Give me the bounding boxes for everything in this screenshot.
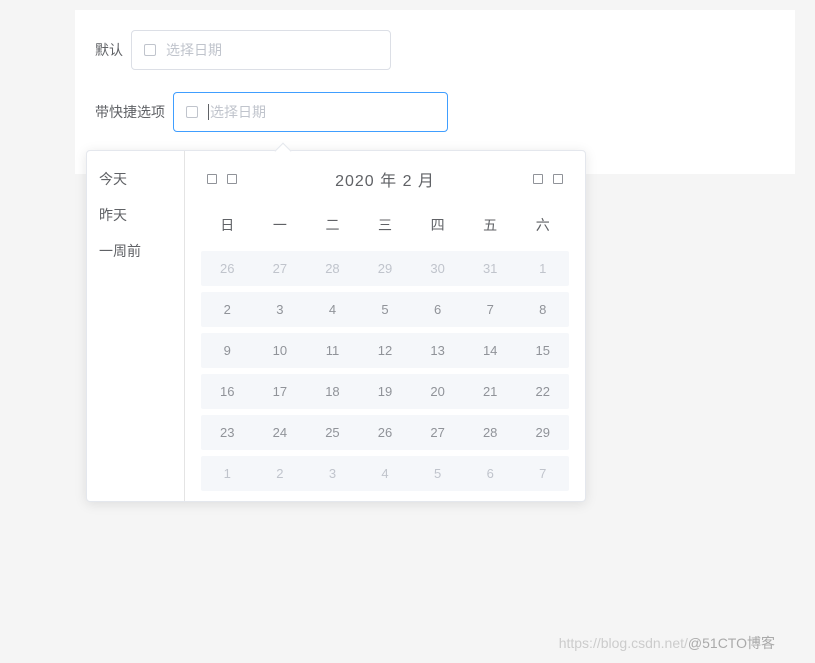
day-cell[interactable]: 1: [201, 456, 254, 491]
day-cell[interactable]: 12: [359, 333, 412, 368]
day-cell[interactable]: 16: [201, 374, 254, 409]
day-cell[interactable]: 26: [359, 415, 412, 450]
weekday-header: 三: [359, 209, 412, 241]
week-row: 2345678: [201, 292, 569, 327]
week-row: 1234567: [201, 456, 569, 491]
shortcut-week-ago[interactable]: 一周前: [87, 233, 184, 269]
date-picker-popover: 今天 昨天 一周前 2020 年 2 月 日一二三四五六 26272829303…: [86, 150, 586, 502]
weekday-header: 六: [516, 209, 569, 241]
week-row: 9101112131415: [201, 333, 569, 368]
day-cell[interactable]: 1: [516, 251, 569, 286]
day-cell[interactable]: 31: [464, 251, 517, 286]
day-cell[interactable]: 7: [464, 292, 517, 327]
label-shortcuts: 带快捷选项: [95, 102, 165, 122]
week-row: 2627282930311: [201, 251, 569, 286]
prev-month-icon[interactable]: [227, 174, 237, 184]
weekday-row: 日一二三四五六: [201, 209, 569, 241]
watermark-csdn: https://blog.csdn.net/: [559, 635, 688, 651]
day-cell[interactable]: 27: [411, 415, 464, 450]
shortcuts-panel: 今天 昨天 一周前: [87, 151, 185, 501]
day-cell[interactable]: 19: [359, 374, 412, 409]
day-cell[interactable]: 2: [201, 292, 254, 327]
day-cell[interactable]: 20: [411, 374, 464, 409]
weekday-header: 二: [306, 209, 359, 241]
weekday-header: 四: [411, 209, 464, 241]
day-cell[interactable]: 8: [516, 292, 569, 327]
day-cell[interactable]: 28: [464, 415, 517, 450]
day-cell[interactable]: 4: [306, 292, 359, 327]
day-cell[interactable]: 6: [411, 292, 464, 327]
day-cell[interactable]: 13: [411, 333, 464, 368]
day-cell[interactable]: 7: [516, 456, 569, 491]
calendar-icon: [186, 106, 198, 118]
day-cell[interactable]: 4: [359, 456, 412, 491]
day-cell[interactable]: 18: [306, 374, 359, 409]
day-cell[interactable]: 6: [464, 456, 517, 491]
day-cell[interactable]: 15: [516, 333, 569, 368]
day-cell[interactable]: 30: [411, 251, 464, 286]
watermark: https://blog.csdn.net/@51CTO博客: [559, 633, 775, 653]
day-cell[interactable]: 23: [201, 415, 254, 450]
shortcut-yesterday[interactable]: 昨天: [87, 197, 184, 233]
shortcut-today[interactable]: 今天: [87, 161, 184, 197]
calendar-title: 2020 年 2 月: [335, 167, 435, 191]
day-cell[interactable]: 2: [254, 456, 307, 491]
placeholder-default: 选择日期: [166, 40, 222, 60]
form-row-default: 默认 选择日期: [95, 30, 775, 70]
day-cell[interactable]: 3: [306, 456, 359, 491]
day-cell[interactable]: 3: [254, 292, 307, 327]
nav-next-group: [533, 174, 563, 184]
day-cell[interactable]: 29: [359, 251, 412, 286]
day-cell[interactable]: 5: [411, 456, 464, 491]
day-cell[interactable]: 29: [516, 415, 569, 450]
day-cell[interactable]: 17: [254, 374, 307, 409]
prev-year-icon[interactable]: [207, 174, 217, 184]
calendar-header: 2020 年 2 月: [201, 167, 569, 191]
day-cell[interactable]: 26: [201, 251, 254, 286]
day-cell[interactable]: 14: [464, 333, 517, 368]
day-cell[interactable]: 10: [254, 333, 307, 368]
day-cell[interactable]: 22: [516, 374, 569, 409]
weekday-header: 五: [464, 209, 517, 241]
week-row: 23242526272829: [201, 415, 569, 450]
text-cursor: [208, 104, 209, 120]
day-cell[interactable]: 28: [306, 251, 359, 286]
watermark-cto: @51CTO博客: [688, 635, 775, 651]
day-cell[interactable]: 25: [306, 415, 359, 450]
placeholder-shortcuts: 选择日期: [210, 102, 266, 122]
nav-prev-group: [207, 174, 237, 184]
date-input-shortcuts[interactable]: 选择日期: [173, 92, 448, 132]
label-default: 默认: [95, 40, 123, 60]
next-year-icon[interactable]: [553, 174, 563, 184]
form-row-shortcuts: 带快捷选项 选择日期: [95, 92, 775, 132]
day-cell[interactable]: 27: [254, 251, 307, 286]
day-cell[interactable]: 5: [359, 292, 412, 327]
day-cell[interactable]: 24: [254, 415, 307, 450]
day-cell[interactable]: 11: [306, 333, 359, 368]
day-cell[interactable]: 21: [464, 374, 517, 409]
calendar-icon: [144, 44, 156, 56]
date-input-default[interactable]: 选择日期: [131, 30, 391, 70]
calendar-panel: 2020 年 2 月 日一二三四五六 262728293031123456789…: [185, 151, 585, 501]
weekday-header: 一: [254, 209, 307, 241]
week-row: 16171819202122: [201, 374, 569, 409]
weeks-grid: 2627282930311234567891011121314151617181…: [201, 251, 569, 491]
day-cell[interactable]: 9: [201, 333, 254, 368]
weekday-header: 日: [201, 209, 254, 241]
next-month-icon[interactable]: [533, 174, 543, 184]
